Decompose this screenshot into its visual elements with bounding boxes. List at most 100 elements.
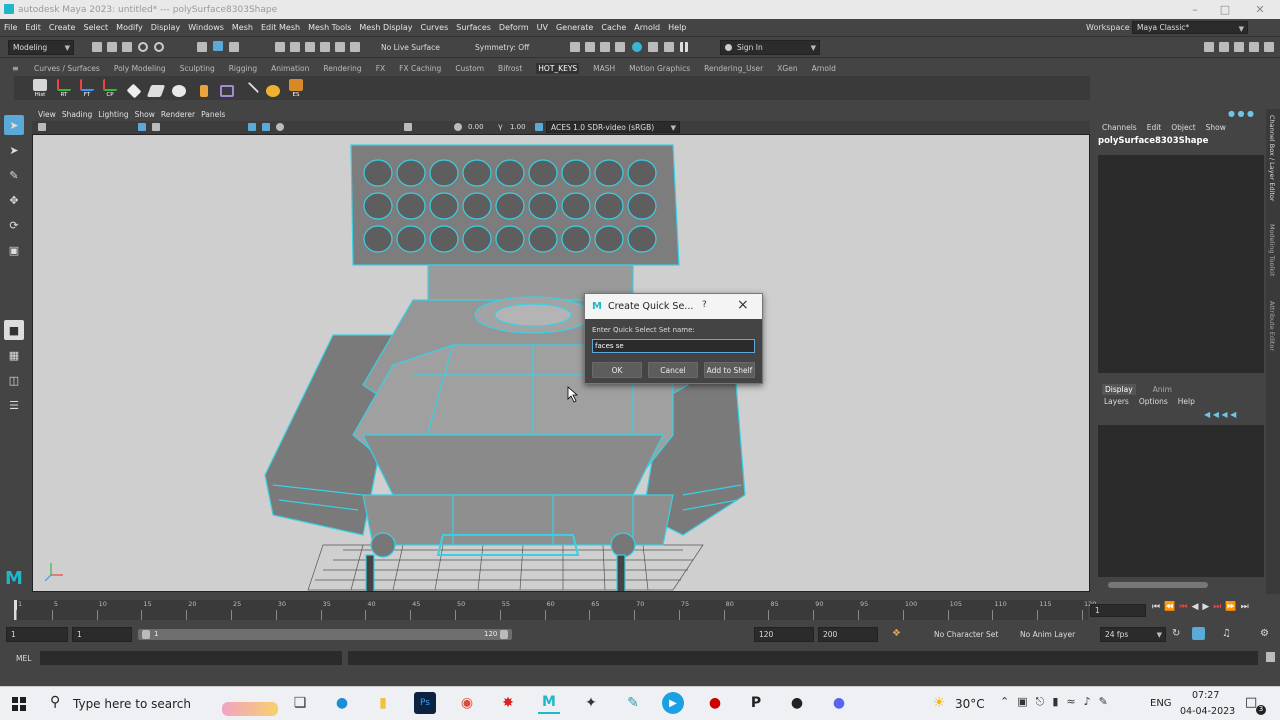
menu-file[interactable]: File [4, 23, 17, 32]
viewport-menu-renderer[interactable]: Renderer [161, 110, 195, 119]
help-button[interactable]: ? [702, 300, 707, 310]
shelf-tab-arnold[interactable]: Arnold [812, 64, 836, 73]
layer-tab-anim[interactable]: Anim [1150, 384, 1175, 395]
shelf-tab-xgen[interactable]: XGen [777, 64, 797, 73]
menu-deform[interactable]: Deform [499, 23, 529, 32]
new-scene-icon[interactable] [92, 42, 102, 52]
auto-key-icon[interactable]: ❖ [892, 628, 901, 639]
color-space-dropdown[interactable]: ACES 1.0 SDR-video (sRGB) ▼ [546, 121, 680, 133]
shelf-button-hist[interactable]: Hist [30, 76, 50, 98]
app-dark-icon[interactable]: ● [786, 692, 808, 714]
maya-taskbar-icon[interactable]: M [538, 692, 560, 714]
current-frame-field[interactable]: 1 [1090, 604, 1146, 617]
playback-end-field[interactable]: 120 [754, 627, 814, 642]
character-set-dropdown[interactable]: No Character Set [930, 627, 1014, 642]
select-component-icon[interactable] [229, 42, 239, 52]
command-language-label[interactable]: MEL [16, 654, 31, 663]
channel-box-icon[interactable] [1249, 42, 1259, 52]
menu-set-dropdown[interactable]: Modeling ▼ [8, 40, 74, 55]
menu-display[interactable]: Display [151, 23, 181, 32]
range-bar-handle-end[interactable] [500, 630, 508, 639]
shelf-tab-curves-surfaces[interactable]: Curves / Surfaces [34, 64, 100, 73]
snap-live-icon[interactable] [335, 42, 345, 52]
cancel-button[interactable]: Cancel [648, 362, 698, 378]
anim-prefs-icon[interactable]: ⚙ [1260, 628, 1269, 639]
snap-grid-icon[interactable] [275, 42, 285, 52]
menu-surfaces[interactable]: Surfaces [456, 23, 491, 32]
panel-layout-icon[interactable] [1264, 42, 1274, 52]
side-tab-channel-box[interactable]: Channel Box / Layer Editor [1268, 115, 1276, 202]
camera-tray-icon[interactable]: ▣ [1017, 695, 1027, 709]
select-tool-icon[interactable]: ➤ [4, 115, 24, 135]
shelf-options-icon[interactable]: ≡ [12, 64, 19, 73]
taskbar-search-box[interactable]: Type here to search [73, 697, 191, 711]
shelf-button-wire-cube[interactable] [217, 76, 237, 98]
windows-start-icon[interactable] [12, 697, 26, 711]
dialog-close-button[interactable]: × [737, 297, 749, 313]
menu-windows[interactable]: Windows [188, 23, 224, 32]
shelf-tab-hot-keys[interactable]: HOT_KEYS [536, 63, 580, 74]
render-settings-icon[interactable] [615, 42, 625, 52]
menu-select[interactable]: Select [83, 23, 108, 32]
minimize-button[interactable]: – [1180, 0, 1210, 19]
textured-icon[interactable] [262, 123, 270, 131]
menu-edit-mesh[interactable]: Edit Mesh [261, 23, 300, 32]
step-back-key-icon[interactable]: ⏮ [1179, 602, 1187, 612]
maximize-button[interactable]: □ [1210, 0, 1240, 19]
file-explorer-icon[interactable]: ▮ [372, 692, 394, 714]
grid-icon[interactable] [138, 123, 146, 131]
render-sequence-icon[interactable] [585, 42, 595, 52]
weather-temp[interactable]: 30°C [955, 697, 985, 711]
layer-menu-layers[interactable]: Layers [1104, 397, 1129, 406]
single-view-icon[interactable]: ■ [4, 320, 24, 340]
app-pen-icon[interactable]: ✎ [622, 692, 644, 714]
end-time-field[interactable]: 200 [818, 627, 878, 642]
task-view-icon[interactable]: ❏ [289, 692, 311, 714]
arnold-render-icon[interactable] [664, 42, 674, 52]
usb-icon[interactable]: ⎋ [1036, 695, 1045, 709]
app-runner-icon[interactable]: ✦ [580, 692, 602, 714]
audio-icon[interactable]: ♫ [1222, 628, 1231, 639]
snap-view-plane-icon[interactable] [320, 42, 330, 52]
step-forward-icon[interactable]: ⏩ [1225, 602, 1236, 612]
range-bar[interactable]: 1 120 [138, 629, 512, 640]
channel-box-menu-edit[interactable]: Edit [1147, 123, 1162, 132]
pause-icon[interactable] [680, 42, 688, 52]
shelf-tab-rendering-user[interactable]: Rendering_User [704, 64, 763, 73]
side-tab-modeling-toolkit[interactable]: Modeling Toolkit [1268, 224, 1276, 276]
sign-in-dropdown[interactable]: Sign In ▼ [720, 40, 820, 55]
layer-menu-help[interactable]: Help [1178, 397, 1195, 406]
battery-icon[interactable]: ▮ [1052, 695, 1058, 709]
camera-icon[interactable] [38, 123, 46, 131]
menu-uv[interactable]: UV [537, 23, 548, 32]
snap-curve-icon[interactable] [290, 42, 300, 52]
shelf-tab-rendering[interactable]: Rendering [323, 64, 361, 73]
command-input[interactable] [40, 651, 342, 665]
scale-tool-icon[interactable]: ▣ [4, 240, 24, 260]
playback-start-field[interactable]: 1 [72, 627, 132, 642]
shelf-button-extrude[interactable] [146, 76, 166, 98]
shelf-tab-fx-caching[interactable]: FX Caching [399, 64, 441, 73]
chevron-up-icon[interactable]: ⌃ [1000, 695, 1009, 709]
clock-time[interactable]: 07:27 [1192, 690, 1219, 701]
layer-tab-display[interactable]: Display [1102, 384, 1136, 395]
app-red-icon[interactable]: ● [704, 692, 726, 714]
xray-icon[interactable] [404, 123, 412, 131]
viewport-menu-view[interactable]: View [38, 110, 56, 119]
two-view-icon[interactable]: ◫ [4, 370, 24, 390]
fps-dropdown[interactable]: 24 fps ▼ [1100, 627, 1166, 642]
shelf-tab-fx[interactable]: FX [376, 64, 385, 73]
menu-cache[interactable]: Cache [601, 23, 626, 32]
edge-icon[interactable]: ● [331, 692, 353, 714]
side-tab-attribute-editor[interactable]: Attribute Editor [1268, 301, 1276, 351]
move-tool-icon[interactable]: ✥ [4, 190, 24, 210]
gamma-value[interactable]: 1.00 [510, 123, 526, 131]
script-editor-icon[interactable] [1266, 652, 1275, 662]
channel-box-menu-show[interactable]: Show [1206, 123, 1226, 132]
shelf-tab-motion-graphics[interactable]: Motion Graphics [629, 64, 690, 73]
menu-curves[interactable]: Curves [420, 23, 448, 32]
shelf-tab-poly-modeling[interactable]: Poly Modeling [114, 64, 166, 73]
tank-model[interactable] [33, 135, 1090, 592]
shelf-button-cut[interactable] [240, 76, 260, 101]
tool-settings-icon[interactable] [1234, 42, 1244, 52]
